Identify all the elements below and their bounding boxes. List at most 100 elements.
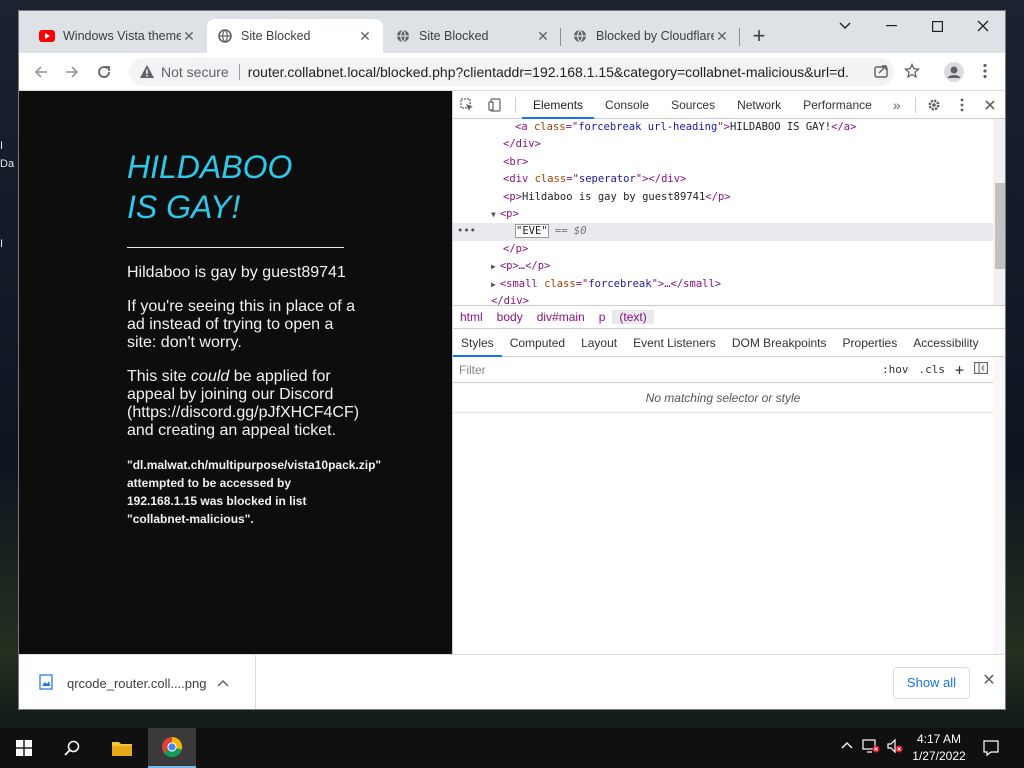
hov-toggle[interactable]: :hov bbox=[877, 363, 914, 376]
settings-gear-icon[interactable] bbox=[920, 91, 948, 119]
crumb-div-main[interactable]: div#main bbox=[530, 310, 592, 324]
expand-triangle-icon[interactable]: ▼ bbox=[491, 210, 496, 219]
close-icon[interactable]: ✕ bbox=[714, 28, 730, 45]
address-bar[interactable]: Not secure router.collabnet.local/blocke… bbox=[129, 58, 894, 86]
close-icon[interactable]: ✕ bbox=[357, 28, 373, 45]
inspect-element-icon[interactable] bbox=[453, 91, 481, 119]
close-icon[interactable]: ✕ bbox=[535, 28, 551, 45]
close-icon[interactable]: ✕ bbox=[181, 28, 197, 45]
download-filename[interactable]: qrcode_router.coll....png bbox=[67, 676, 217, 691]
notification-center-icon[interactable] bbox=[982, 739, 1000, 759]
dom-node[interactable]: </p> bbox=[453, 241, 993, 258]
device-toolbar-icon[interactable] bbox=[481, 91, 509, 119]
globe-icon bbox=[572, 28, 588, 44]
close-devtools-icon[interactable] bbox=[976, 91, 1004, 119]
dom-node-collapsed[interactable]: ▶ <p>…</p> bbox=[453, 258, 993, 275]
crumb-text[interactable]: (text) bbox=[612, 310, 654, 324]
cls-toggle[interactable]: .cls bbox=[913, 363, 950, 376]
dom-node[interactable]: </div> bbox=[453, 136, 993, 153]
start-windows-icon[interactable] bbox=[0, 728, 48, 768]
styles-scrollbar[interactable] bbox=[993, 357, 1005, 654]
scrollbar-thumb[interactable] bbox=[995, 183, 1005, 269]
subtab-event-listeners[interactable]: Event Listeners bbox=[625, 329, 724, 357]
new-tab-button[interactable]: + bbox=[747, 25, 771, 49]
client-ip: 192.168.1.15 bbox=[127, 494, 198, 508]
subtab-layout[interactable]: Layout bbox=[573, 329, 625, 357]
kebab-menu-icon[interactable] bbox=[976, 63, 994, 81]
devtools-menu-icon[interactable] bbox=[948, 91, 976, 119]
expand-triangle-icon[interactable]: ▶ bbox=[491, 262, 496, 271]
tab-youtube[interactable]: Windows Vista theme ✕ bbox=[29, 19, 207, 53]
page-heading[interactable]: HILDABOO IS GAY! bbox=[127, 147, 367, 227]
dom-node-selected[interactable]: ••• "EVE" == $0 bbox=[453, 223, 993, 241]
url-text[interactable]: router.collabnet.local/blocked.php?clien… bbox=[248, 64, 848, 80]
crumb-html[interactable]: html bbox=[453, 310, 490, 324]
dom-node[interactable]: <div class="seperator"></div> bbox=[453, 171, 993, 188]
tab-site-blocked[interactable]: Site Blocked ✕ bbox=[385, 19, 561, 53]
show-all-button[interactable]: Show all bbox=[893, 667, 970, 699]
not-secure-label[interactable]: Not secure bbox=[161, 64, 229, 80]
dom-tree: <a class="forcebreak url-heading">HILDAB… bbox=[453, 119, 993, 305]
close-window-button[interactable] bbox=[960, 11, 1005, 41]
tab-separator bbox=[560, 28, 561, 46]
tab-performance[interactable]: Performance bbox=[792, 91, 883, 119]
subtab-accessibility[interactable]: Accessibility bbox=[905, 329, 986, 357]
crumb-body[interactable]: body bbox=[490, 310, 530, 324]
tab-sources[interactable]: Sources bbox=[660, 91, 726, 119]
devtools-panel: Elements Console Sources Network Perform… bbox=[452, 91, 1005, 654]
back-button[interactable] bbox=[28, 59, 54, 85]
tab-title: Site Blocked bbox=[241, 29, 311, 43]
close-download-bar-icon[interactable]: ✕ bbox=[979, 671, 999, 691]
dom-node[interactable]: <br> bbox=[453, 154, 993, 171]
subtab-computed[interactable]: Computed bbox=[502, 329, 573, 357]
heading-line-2[interactable]: IS GAY! bbox=[127, 189, 240, 225]
dom-node[interactable]: </div> bbox=[453, 293, 993, 305]
forward-button[interactable] bbox=[59, 59, 85, 85]
chrome-icon[interactable] bbox=[148, 728, 196, 768]
share-icon[interactable] bbox=[872, 63, 890, 81]
search-icon[interactable] bbox=[48, 728, 96, 768]
network-icon[interactable] bbox=[862, 738, 880, 758]
system-clock[interactable]: 4:17 AM 1/27/2022 bbox=[906, 731, 972, 765]
image-file-icon bbox=[39, 673, 53, 693]
reload-button[interactable] bbox=[91, 59, 117, 85]
dom-node[interactable]: <p>Hildaboo is gay by guest89741</p> bbox=[453, 189, 993, 206]
new-style-rule-icon[interactable]: + bbox=[950, 361, 969, 379]
tab-network[interactable]: Network bbox=[726, 91, 792, 119]
more-tabs-chevron-icon[interactable]: » bbox=[883, 91, 911, 119]
download-item[interactable]: qrcode_router.coll....png bbox=[19, 655, 256, 709]
subtab-dom-breakpoints[interactable]: DOM Breakpoints bbox=[724, 329, 835, 357]
profile-avatar-icon[interactable] bbox=[944, 62, 964, 82]
tab-console[interactable]: Console bbox=[594, 91, 660, 119]
expand-triangle-icon[interactable]: ▶ bbox=[491, 280, 496, 289]
tab-site-blocked-active[interactable]: Site Blocked ✕ bbox=[207, 19, 383, 53]
dom-node-collapsed[interactable]: ▶ <small class="forcebreak">…</small> bbox=[453, 276, 993, 293]
ellipsis-icon[interactable]: ••• bbox=[457, 223, 476, 240]
bookmark-star-icon[interactable] bbox=[903, 62, 921, 81]
show-hidden-icons-chevron-icon[interactable] bbox=[838, 738, 856, 758]
tab-search-chevron-icon[interactable] bbox=[822, 11, 868, 41]
maximize-button[interactable] bbox=[914, 11, 960, 41]
dom-node-expanded[interactable]: ▼ <p> bbox=[453, 206, 993, 223]
youtube-icon bbox=[39, 28, 55, 44]
dom-node[interactable]: <a class="forcebreak url-heading">HILDAB… bbox=[453, 119, 993, 136]
tab-blocked-by-cloudflare[interactable]: Blocked by Cloudflare ✕ bbox=[562, 19, 740, 53]
chevron-up-icon[interactable] bbox=[217, 676, 229, 690]
volume-muted-icon[interactable] bbox=[886, 738, 904, 758]
crumb-p[interactable]: p bbox=[592, 310, 613, 324]
dom-scrollbar[interactable] bbox=[993, 119, 1005, 305]
minimize-button[interactable] bbox=[868, 11, 914, 41]
subtab-styles[interactable]: Styles bbox=[453, 329, 502, 357]
styles-subtabs: Styles Computed Layout Event Listeners D… bbox=[453, 329, 1005, 357]
toggle-sidebar-icon[interactable] bbox=[969, 362, 993, 377]
file-explorer-icon[interactable] bbox=[98, 728, 146, 768]
clock-date: 1/27/2022 bbox=[912, 749, 966, 763]
styles-filter-input[interactable]: Filter bbox=[453, 363, 877, 377]
subtab-properties[interactable]: Properties bbox=[835, 329, 906, 357]
tab-elements[interactable]: Elements bbox=[522, 91, 595, 119]
tab-strip: Windows Vista theme ✕ Site Blocked ✕ Sit… bbox=[19, 11, 1005, 53]
warning-icon[interactable] bbox=[139, 64, 155, 80]
download-bar: qrcode_router.coll....png Show all ✕ bbox=[19, 654, 1005, 709]
globe-icon bbox=[395, 28, 411, 44]
heading-line-1[interactable]: HILDABOO bbox=[127, 149, 292, 185]
